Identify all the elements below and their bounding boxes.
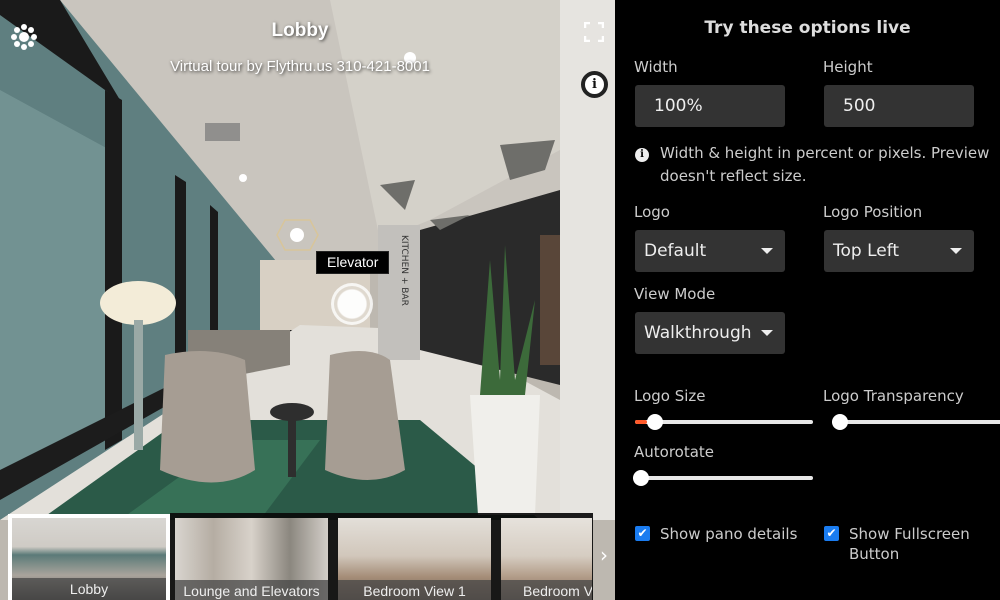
thumbnail-lobby[interactable]: Lobby: [8, 514, 170, 600]
checkbox-checked-icon[interactable]: ✔: [635, 526, 650, 541]
window-frame: [105, 90, 122, 450]
logo-transparency-slider[interactable]: [832, 412, 1000, 432]
logo-position-label: Logo Position: [823, 203, 923, 221]
checkbox-checked-icon[interactable]: ✔: [824, 526, 839, 541]
logo-size-label: Logo Size: [634, 387, 706, 405]
flythru-logo-icon[interactable]: [10, 23, 38, 51]
virtual-tour-viewport[interactable]: KITCHEN + BAR Lobby Virtual tour by Flyt…: [0, 0, 615, 600]
height-label: Height: [823, 58, 873, 76]
autorotate-slider[interactable]: [633, 468, 813, 488]
chevron-right-icon[interactable]: ›: [596, 540, 612, 570]
thumbnail-label: Bedroom View 2: [501, 580, 592, 600]
thumbnail-bedroom-view-2[interactable]: Bedroom View 2: [501, 518, 592, 600]
view-mode-label: View Mode: [634, 285, 716, 303]
show-fullscreen-button-label: Show Fullscreen Button: [849, 525, 970, 563]
height-input[interactable]: [824, 85, 974, 127]
logo-size-slider[interactable]: [635, 412, 813, 432]
bar-shelves: [540, 235, 560, 365]
logo-select[interactable]: Default: [635, 230, 785, 272]
slider-thumb[interactable]: [647, 414, 663, 430]
slider-track: [832, 420, 1000, 424]
width-label: Width: [634, 58, 678, 76]
thumbnail-label: Lounge and Elevators: [175, 580, 328, 600]
thumbnail-bedroom-view-1[interactable]: Bedroom View 1: [338, 518, 491, 600]
autorotate-label: Autorotate: [634, 443, 715, 461]
info-icon: i: [635, 148, 649, 162]
logo-transparency-label: Logo Transparency: [823, 387, 964, 405]
hotspot-label-elevator[interactable]: Elevator: [316, 251, 390, 274]
slider-thumb[interactable]: [832, 414, 848, 430]
caret-down-icon: [950, 248, 962, 254]
pano-title: Lobby: [271, 20, 329, 41]
armchair-left: [160, 351, 255, 483]
info-icon[interactable]: i: [581, 71, 608, 98]
thumbnail-label: Bedroom View 1: [338, 580, 491, 600]
pano-subtitle: Virtual tour by Flythru.us 310-421-8001: [170, 58, 430, 75]
show-fullscreen-button-checkbox[interactable]: ✔ Show Fullscreen Button: [824, 524, 994, 564]
sign-pillar: [378, 225, 420, 360]
floor-lamp-stand: [134, 320, 143, 450]
options-panel: Try these options live Width Height i Wi…: [615, 0, 1000, 600]
planter: [470, 395, 540, 515]
floor-lamp-shade: [100, 281, 176, 325]
view-mode-select[interactable]: Walkthrough: [635, 312, 785, 354]
view-mode-select-value: Walkthrough: [644, 323, 752, 343]
window-reflection: [0, 90, 110, 470]
caret-down-icon: [761, 330, 773, 336]
show-pano-details-label: Show pano details: [660, 525, 798, 543]
fullscreen-icon[interactable]: [584, 22, 604, 42]
caret-down-icon: [761, 248, 773, 254]
slider-thumb[interactable]: [633, 470, 649, 486]
slider-fill: [635, 420, 647, 424]
svg-text:KITCHEN + BAR: KITCHEN + BAR: [399, 235, 409, 306]
pendant-bulb: [290, 228, 304, 242]
ceiling-light: [239, 174, 247, 182]
size-note: Width & height in percent or pixels. Pre…: [660, 144, 990, 185]
thumbnail-lounge-and-elevators[interactable]: Lounge and Elevators: [175, 518, 328, 600]
logo-position-select-value: Top Left: [833, 241, 900, 261]
scene-thumbnail-strip: Lobby Lounge and Elevators Bedroom View …: [0, 510, 615, 600]
hotspot-elevator[interactable]: [331, 283, 373, 325]
logo-label: Logo: [634, 203, 670, 221]
logo-select-value: Default: [644, 241, 707, 261]
slider-track: [633, 476, 813, 480]
thumbnail-label: Lobby: [12, 578, 166, 600]
show-pano-details-checkbox[interactable]: ✔ Show pano details: [635, 524, 797, 544]
ceiling-vent: [205, 123, 240, 141]
panel-title: Try these options live: [704, 18, 911, 38]
width-input[interactable]: [635, 85, 785, 127]
logo-position-select[interactable]: Top Left: [824, 230, 974, 272]
side-table-leg: [288, 412, 296, 477]
